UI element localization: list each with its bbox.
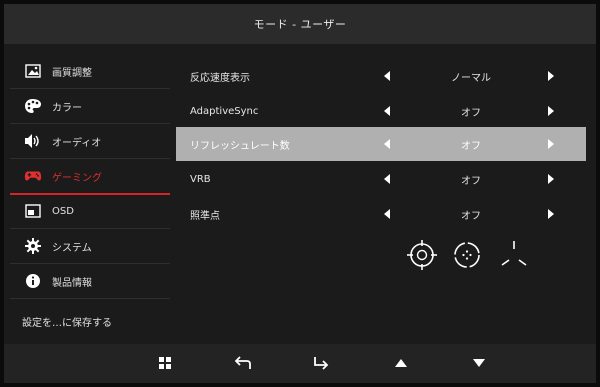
gear-icon bbox=[24, 237, 42, 255]
right-arrow-icon[interactable] bbox=[548, 209, 554, 219]
sidebar-item-label: システム bbox=[52, 242, 92, 254]
right-arrow-icon[interactable] bbox=[548, 71, 554, 81]
sidebar-item-label: オーディオ bbox=[52, 137, 102, 149]
setting-label: 照準点 bbox=[190, 210, 220, 222]
left-arrow-icon[interactable] bbox=[384, 71, 390, 81]
sidebar-item-audio[interactable]: オーディオ bbox=[10, 124, 170, 159]
sidebar-item-info[interactable]: 製品情報 bbox=[10, 264, 170, 299]
sidebar-item-gaming[interactable]: ゲーミング bbox=[10, 159, 170, 195]
menu-content: 画質調整 カラー オーディオ ゲーミング OSD システム 製品情報 設定を…に… bbox=[4, 44, 596, 344]
crosshair-dots-icon[interactable] bbox=[450, 238, 484, 272]
left-arrow-icon[interactable] bbox=[384, 174, 390, 184]
setting-value: オフ bbox=[461, 175, 481, 187]
info-icon bbox=[24, 272, 42, 290]
left-arrow-icon[interactable] bbox=[384, 209, 390, 219]
up-arrow-icon[interactable] bbox=[392, 354, 410, 372]
sidebar-item-label: カラー bbox=[52, 102, 82, 114]
setting-label: VRB bbox=[190, 173, 211, 185]
speaker-icon bbox=[24, 132, 42, 150]
osd-icon bbox=[24, 202, 42, 220]
setting-row-refresh-rate[interactable]: リフレッシュレート数 オフ bbox=[176, 127, 586, 161]
setting-row-aim-point[interactable]: 照準点 オフ bbox=[176, 197, 586, 231]
right-arrow-icon[interactable] bbox=[548, 174, 554, 184]
osd-menu: モード - ユーザー 画質調整 カラー オーディオ ゲーミング OSD システム… bbox=[4, 4, 596, 383]
left-arrow-icon[interactable] bbox=[384, 139, 390, 149]
setting-row-vrb[interactable]: VRB オフ bbox=[176, 162, 586, 196]
back-icon[interactable] bbox=[234, 354, 252, 372]
setting-value: オフ bbox=[461, 140, 481, 152]
bottom-button-bar bbox=[4, 344, 596, 383]
sidebar-item-osd[interactable]: OSD bbox=[10, 194, 170, 229]
enter-icon[interactable] bbox=[312, 354, 330, 372]
sidebar-item-label: ゲーミング bbox=[52, 172, 102, 184]
setting-value: オフ bbox=[461, 107, 481, 119]
sidebar-item-color[interactable]: カラー bbox=[10, 89, 170, 124]
setting-label: 反応速度表示 bbox=[190, 72, 250, 84]
right-arrow-icon[interactable] bbox=[548, 139, 554, 149]
crosshair-tri-icon[interactable] bbox=[497, 238, 531, 272]
setting-value: オフ bbox=[461, 210, 481, 222]
setting-label: AdaptiveSync bbox=[190, 105, 259, 117]
crosshair-circle-icon[interactable] bbox=[405, 238, 439, 272]
gamepad-icon bbox=[24, 167, 42, 185]
right-arrow-icon[interactable] bbox=[548, 106, 554, 116]
sidebar-item-label: OSD bbox=[52, 205, 74, 217]
left-arrow-icon[interactable] bbox=[384, 106, 390, 116]
palette-icon bbox=[24, 97, 42, 115]
sidebar-item-label: 製品情報 bbox=[52, 277, 92, 289]
setting-row-adaptivesync[interactable]: AdaptiveSync オフ bbox=[176, 94, 586, 128]
menu-grid-icon[interactable] bbox=[156, 354, 174, 372]
save-settings-button[interactable]: 設定を…に保存する bbox=[22, 314, 112, 329]
sidebar-item-label: 画質調整 bbox=[52, 67, 92, 79]
sidebar-item-picture[interactable]: 画質調整 bbox=[10, 54, 170, 89]
sidebar-item-system[interactable]: システム bbox=[10, 229, 170, 264]
setting-label: リフレッシュレート数 bbox=[190, 140, 290, 152]
menu-title: モード - ユーザー bbox=[4, 4, 596, 44]
setting-value: ノーマル bbox=[451, 72, 491, 84]
image-icon bbox=[24, 62, 42, 80]
down-arrow-icon[interactable] bbox=[470, 354, 488, 372]
setting-row-response-time[interactable]: 反応速度表示 ノーマル bbox=[176, 59, 586, 93]
